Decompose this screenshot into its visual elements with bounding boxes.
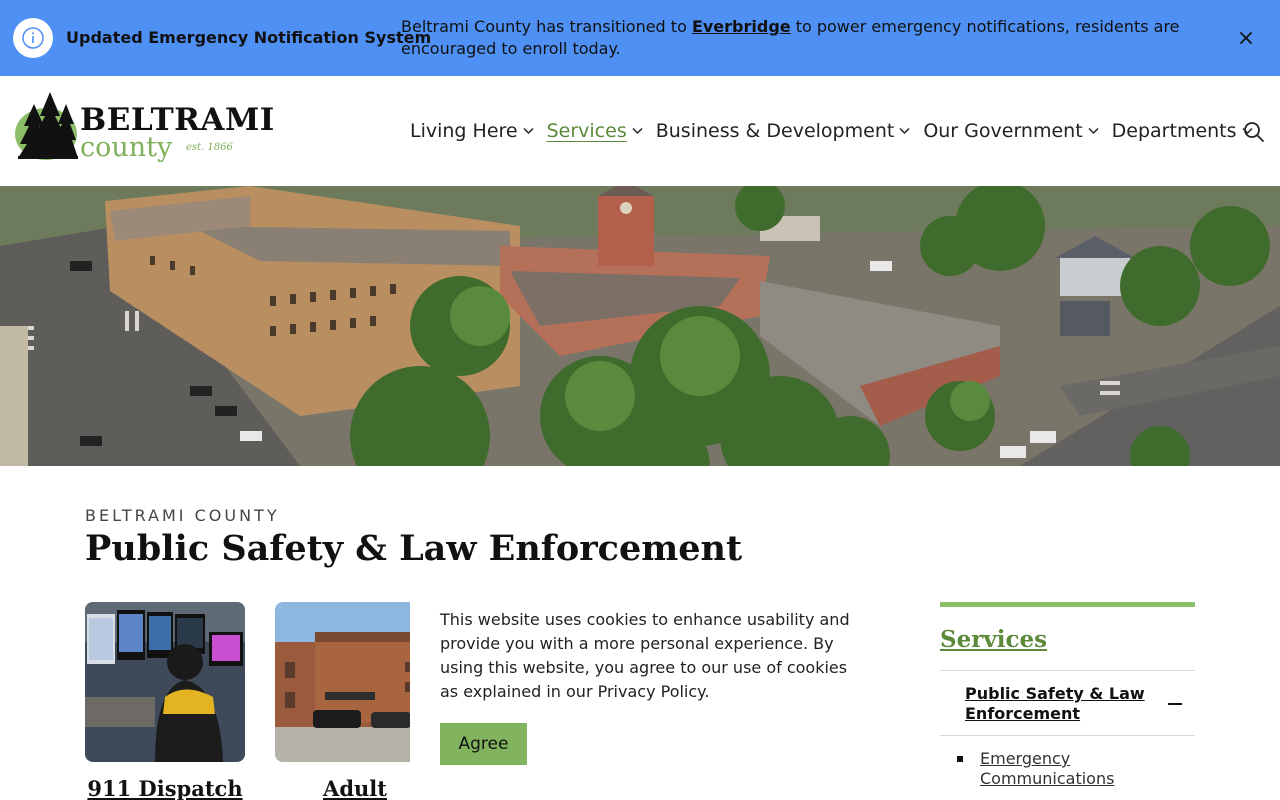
site-header: BELTRAMI county est. 1866 Living Here Se… — [0, 76, 1280, 186]
nav-label: Business & Development — [655, 120, 895, 142]
nav-living-here[interactable]: Living Here — [410, 120, 534, 142]
sidebar-title-link[interactable]: Services — [940, 626, 1047, 653]
pine-trees-icon — [15, 92, 78, 160]
divider — [940, 735, 1195, 736]
chevron-down-icon — [1088, 127, 1099, 135]
logo-county: county — [80, 132, 173, 163]
nav-services[interactable]: Services — [547, 120, 643, 142]
alert-message-text: Beltrami County has transitioned to — [401, 17, 692, 36]
nav-departments[interactable]: Departments — [1112, 120, 1253, 142]
page-eyebrow: BELTRAMI COUNTY — [85, 506, 280, 525]
nav-label: Our Government — [923, 120, 1083, 142]
nav-label: Departments — [1111, 120, 1237, 142]
divider — [940, 670, 1195, 671]
bullet-icon — [957, 756, 963, 762]
minus-icon[interactable] — [1168, 696, 1182, 710]
everbridge-link[interactable]: Everbridge — [692, 17, 791, 36]
alert-message: Beltrami County has transitioned to Ever… — [401, 16, 1221, 60]
section-sidebar: Services Public Safety & Law Enforcement… — [940, 602, 1195, 788]
search-icon[interactable] — [1243, 121, 1265, 143]
cookie-message: This website uses cookies to enhance usa… — [440, 610, 850, 701]
alert-title: Updated Emergency Notification System — [66, 28, 432, 47]
nav-our-government[interactable]: Our Government — [923, 120, 1099, 142]
sidebar-accent-bar — [940, 602, 1195, 607]
info-icon — [13, 18, 53, 58]
nav-label: Living Here — [410, 120, 518, 142]
nav-business-development[interactable]: Business & Development — [656, 120, 911, 142]
nav-label: Services — [546, 120, 627, 142]
cookie-consent-popup: This website uses cookies to enhance usa… — [410, 596, 870, 800]
card-image — [85, 602, 245, 762]
page-title: Public Safety & Law Enforcement — [85, 528, 743, 569]
logo-established: est. 1866 — [186, 142, 233, 153]
sidebar-item-emergency-communications[interactable]: Emergency Communications — [980, 749, 1160, 789]
hero-aerial-image — [0, 186, 1280, 466]
close-icon[interactable] — [1234, 26, 1258, 50]
chevron-down-icon — [523, 127, 534, 135]
agree-button[interactable]: Agree — [440, 723, 527, 765]
sidebar-item-public-safety[interactable]: Public Safety & Law Enforcement — [965, 684, 1145, 724]
beltrami-county-logo[interactable]: BELTRAMI county est. 1866 — [14, 90, 274, 170]
card-title: 911 Dispatch — [87, 776, 243, 800]
chevron-down-icon — [899, 127, 910, 135]
emergency-alert-banner: Updated Emergency Notification System Be… — [0, 0, 1280, 76]
card-911-dispatch[interactable]: 911 Dispatch — [85, 602, 245, 800]
chevron-down-icon — [632, 127, 643, 135]
main-navigation: Living Here Services Business & Developm… — [410, 118, 1266, 144]
